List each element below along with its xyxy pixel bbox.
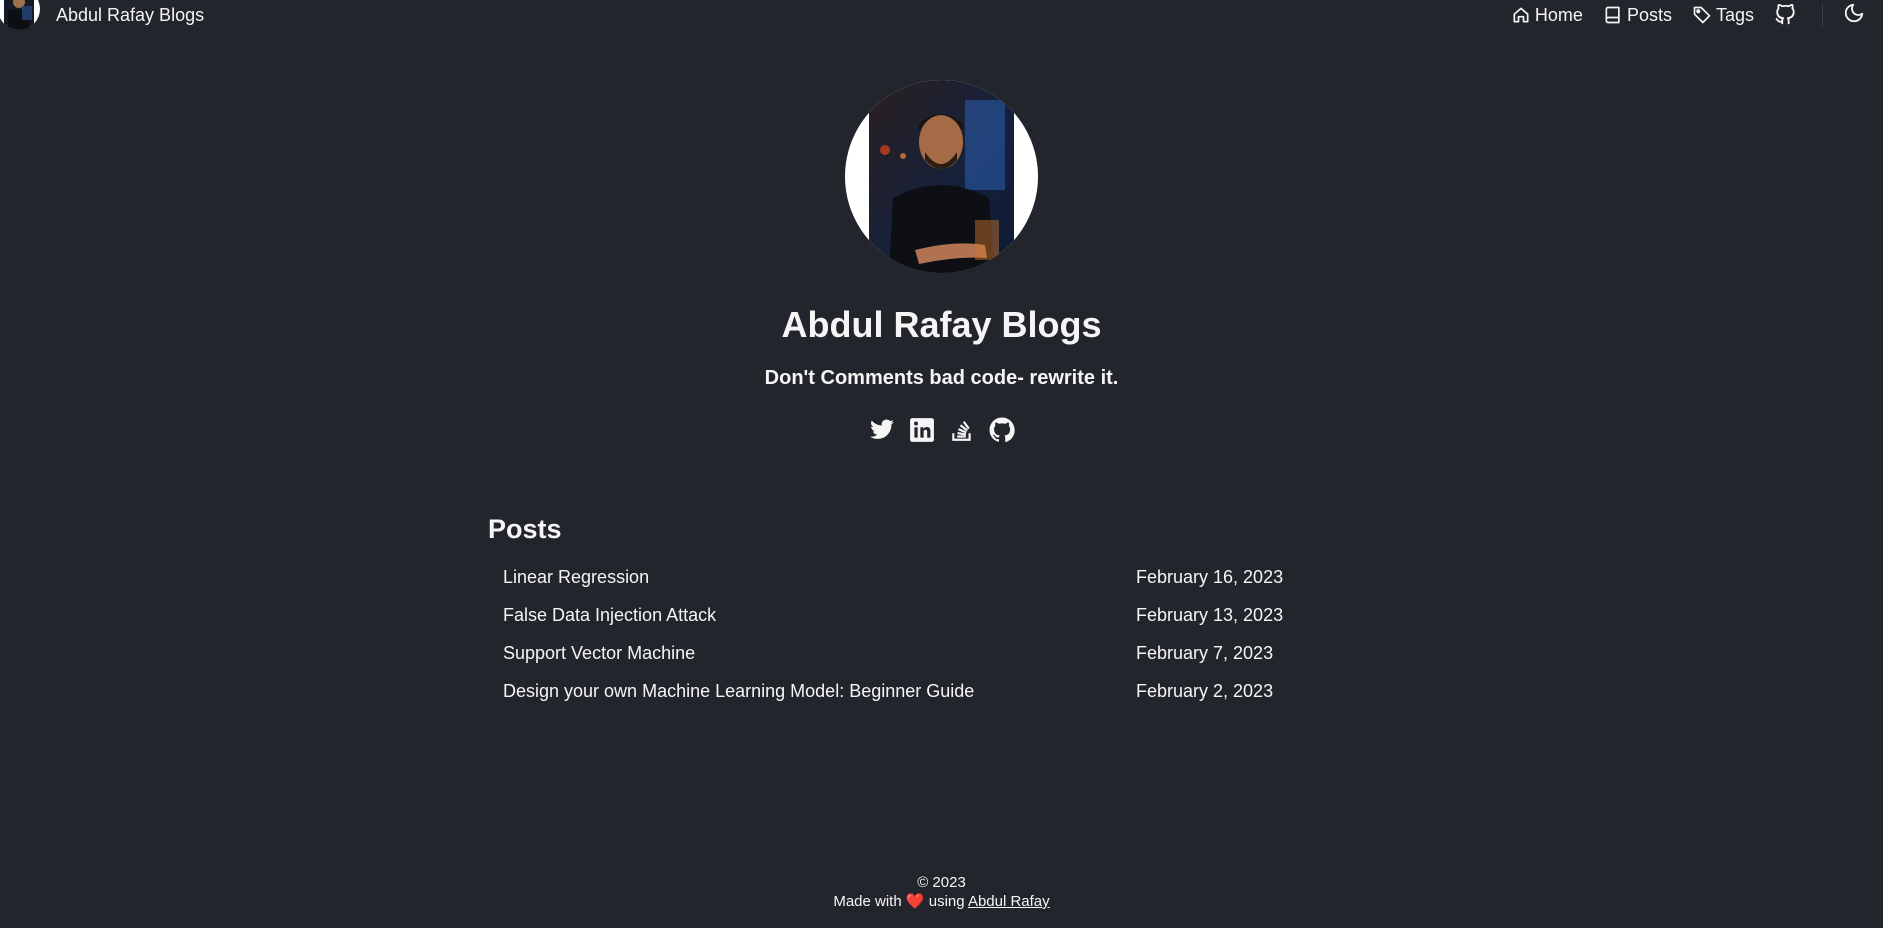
- social-links: [0, 417, 1883, 443]
- twitter-icon: [869, 419, 894, 439]
- posts-heading: Posts: [488, 514, 562, 544]
- book-icon: [1605, 6, 1620, 24]
- profile-section: Abdul Rafay Blogs Don't Comments bad cod…: [0, 80, 1883, 443]
- twitter-link[interactable]: [869, 417, 895, 443]
- moon-icon: [1844, 3, 1864, 23]
- nav-home-label: Home: [1534, 4, 1583, 25]
- nav-menu: Home Posts Tags: [1511, 0, 1883, 32]
- profile-subtitle: Don't Comments bad code- rewrite it.: [764, 367, 1119, 389]
- heart-icon: ❤️: [905, 893, 925, 910]
- brand-avatar: [0, 0, 40, 30]
- posts-section: Posts Linear Regression February 16, 202…: [488, 510, 1298, 710]
- nav-tags[interactable]: Tags: [1692, 5, 1754, 26]
- stackoverflow-icon: [951, 421, 971, 441]
- post-title-link[interactable]: Design your own Machine Learning Model: …: [503, 681, 974, 702]
- post-date: February 16, 2023: [1136, 566, 1284, 587]
- nav-posts[interactable]: Posts: [1603, 5, 1672, 26]
- linkedin-link[interactable]: [909, 417, 935, 443]
- post-item: Design your own Machine Learning Model: …: [488, 672, 1298, 710]
- brand-title: Abdul Rafay Blogs: [56, 4, 205, 25]
- theme-toggle-button[interactable]: [1843, 2, 1865, 24]
- footer-copyright: © 2023: [917, 874, 966, 891]
- nav-posts-label: Posts: [1626, 4, 1672, 25]
- profile-title: Abdul Rafay Blogs: [781, 304, 1102, 345]
- github-icon: [989, 417, 1015, 443]
- github-icon: [1775, 4, 1795, 25]
- footer-author-link[interactable]: Abdul Rafay: [968, 893, 1050, 910]
- footer-using: using: [928, 893, 965, 910]
- home-icon: [1513, 7, 1529, 23]
- footer-credit: Made with ❤️ using Abdul Rafay: [0, 892, 1883, 911]
- linkedin-icon: [909, 418, 934, 442]
- footer-made-with: Made with: [833, 893, 902, 910]
- github-link[interactable]: [989, 417, 1015, 443]
- nav-divider: [1822, 3, 1823, 27]
- post-date: February 7, 2023: [1136, 642, 1274, 663]
- post-title-link[interactable]: False Data Injection Attack: [503, 605, 716, 626]
- brand-link[interactable]: Abdul Rafay Blogs: [0, 0, 204, 32]
- post-item: False Data Injection Attack February 13,…: [488, 596, 1298, 634]
- post-item: Linear Regression February 16, 2023: [488, 558, 1298, 596]
- post-list: Linear Regression February 16, 2023 Fals…: [488, 558, 1298, 710]
- post-item: Support Vector Machine February 7, 2023: [488, 634, 1298, 672]
- navbar: Abdul Rafay Blogs Home Posts Tags: [0, 0, 1883, 32]
- nav-tags-label: Tags: [1715, 4, 1754, 25]
- post-date: February 2, 2023: [1136, 680, 1274, 701]
- post-title-link[interactable]: Linear Regression: [503, 567, 649, 588]
- footer: © 2023 Made with ❤️ using Abdul Rafay: [0, 873, 1883, 911]
- post-title-link[interactable]: Support Vector Machine: [503, 643, 695, 664]
- tag-icon: [1693, 6, 1711, 24]
- post-date: February 13, 2023: [1136, 604, 1284, 625]
- nav-home[interactable]: Home: [1511, 5, 1583, 26]
- nav-github[interactable]: [1774, 4, 1800, 26]
- stackoverflow-link[interactable]: [949, 417, 975, 443]
- profile-avatar: [845, 80, 1038, 273]
